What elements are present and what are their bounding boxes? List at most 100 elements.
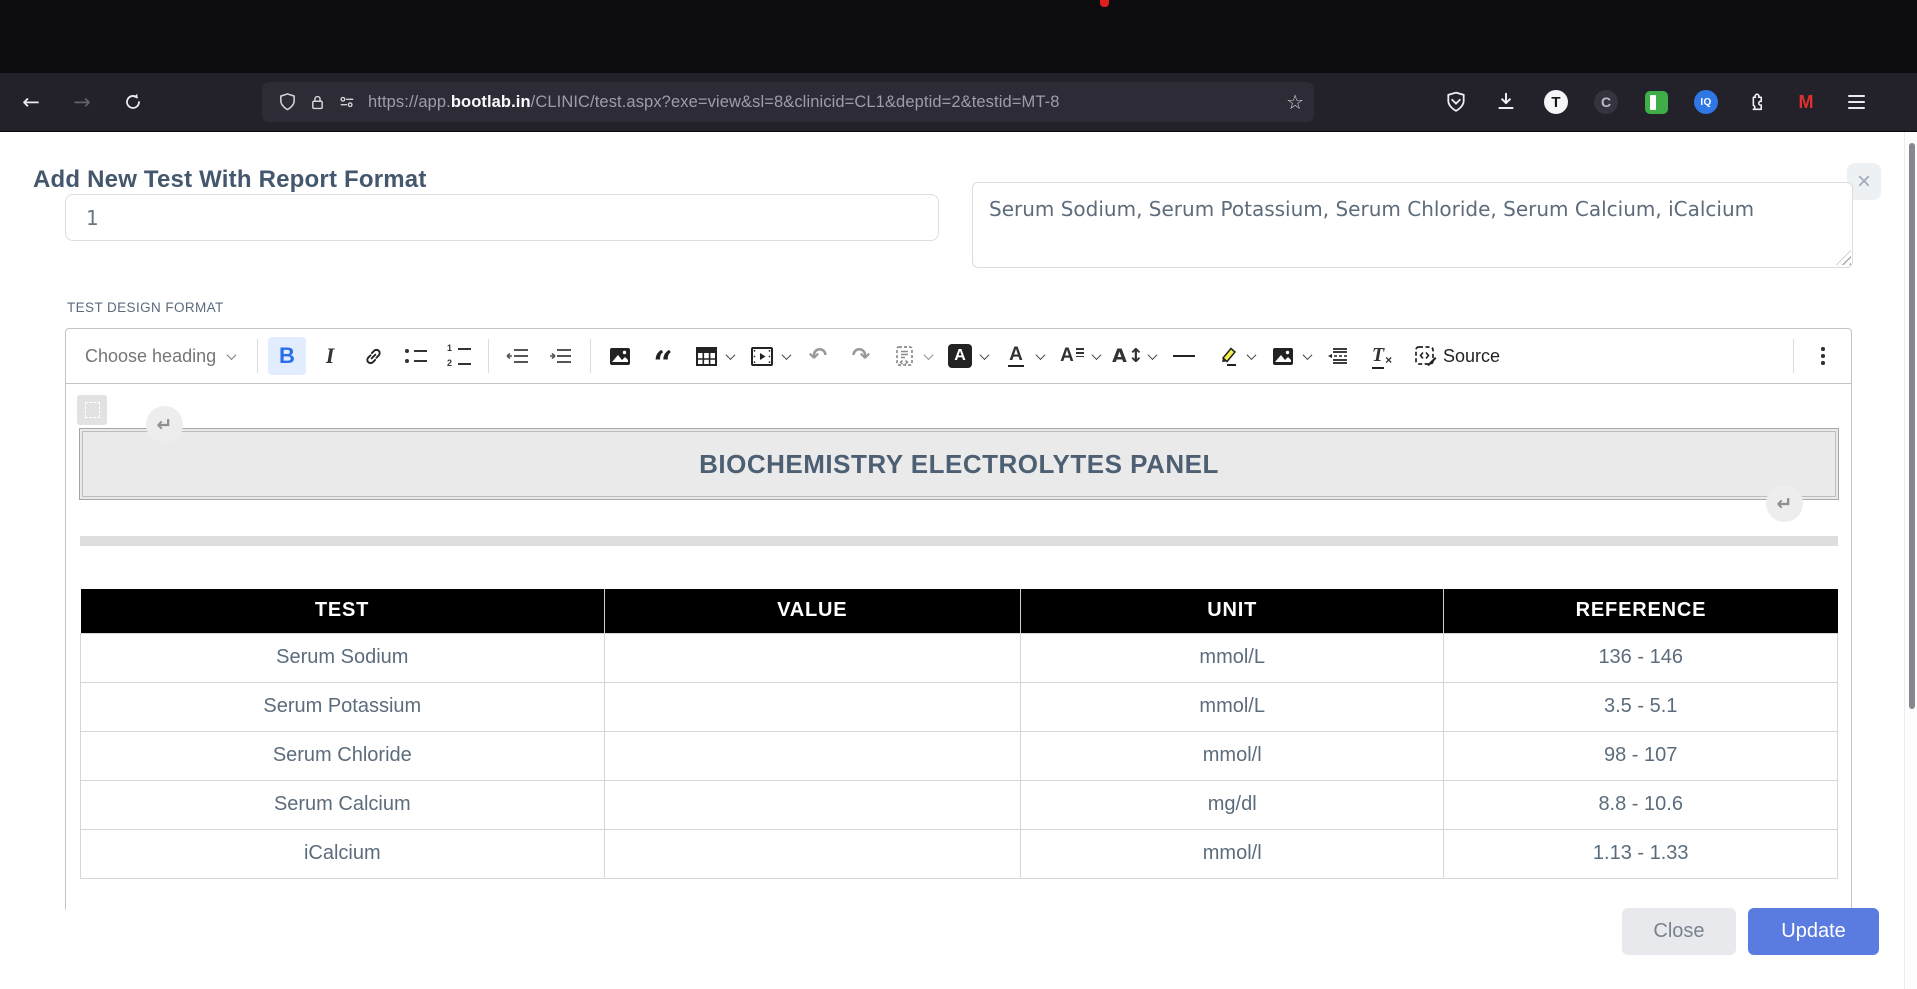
cell-unit[interactable]: mmol/l [1020, 731, 1443, 780]
cell-unit[interactable]: mmol/L [1020, 682, 1443, 731]
insert-table-button[interactable] [687, 337, 738, 375]
chevron-down-icon [1247, 350, 1257, 360]
reload-button[interactable] [116, 85, 150, 119]
font-family-button[interactable]: A [1053, 337, 1104, 375]
url-domain: bootlab.in [451, 93, 531, 111]
table-row: iCalcium mmol/l 1.13 - 1.33 [81, 829, 1838, 878]
chevron-down-icon [1303, 350, 1313, 360]
horizontal-line-button[interactable] [1165, 337, 1203, 375]
link-icon [363, 346, 384, 367]
rich-text-editor: Choose heading B I 1 2 [65, 328, 1852, 912]
table-icon [696, 347, 717, 366]
chevron-down-icon [924, 350, 934, 360]
highlight-button[interactable] [1208, 337, 1259, 375]
bulleted-list-icon [405, 349, 427, 363]
remove-format-button[interactable]: T × [1363, 337, 1401, 375]
table-header-row: TEST VALUE UNIT REFERENCE [81, 589, 1838, 633]
cell-value[interactable] [604, 682, 1020, 731]
redo-button[interactable]: ↷ [842, 337, 880, 375]
components-textarea[interactable]: Serum Sodium, Serum Potassium, Serum Chl… [972, 182, 1853, 268]
bulleted-list-button[interactable] [397, 337, 435, 375]
extension-c-icon[interactable]: C [1592, 88, 1620, 116]
cell-unit[interactable]: mmol/L [1020, 633, 1443, 682]
page-break-button[interactable] [1320, 337, 1358, 375]
cell-test[interactable]: iCalcium [81, 829, 605, 878]
font-color-icon: A [1008, 345, 1024, 368]
browser-scrollbar-track[interactable] [1904, 132, 1917, 989]
undo-button[interactable]: ↶ [799, 337, 837, 375]
link-button[interactable] [354, 337, 392, 375]
bold-button[interactable]: B [268, 337, 306, 375]
cell-unit[interactable]: mg/dl [1020, 780, 1443, 829]
browser-scrollbar-thumb[interactable] [1909, 143, 1915, 709]
extension-t-icon[interactable]: T [1542, 88, 1570, 116]
font-family-icon: A [1060, 345, 1084, 367]
outdent-button[interactable] [499, 337, 537, 375]
update-button[interactable]: Update [1748, 908, 1879, 955]
insert-paragraph-before-button[interactable]: ↵ [146, 406, 183, 443]
heading-dropdown[interactable]: Choose heading [75, 337, 247, 375]
cell-value[interactable] [604, 731, 1020, 780]
extension-m-icon[interactable]: M [1792, 88, 1820, 116]
toolbar-more-button[interactable] [1804, 337, 1842, 375]
image-options-button[interactable] [1264, 337, 1315, 375]
numbered-list-button[interactable]: 1 2 [440, 337, 478, 375]
italic-button[interactable]: I [311, 337, 349, 375]
chevron-down-icon [1036, 350, 1046, 360]
insert-image-button[interactable] [601, 337, 639, 375]
insert-paragraph-after-button[interactable]: ↵ [1766, 485, 1803, 522]
lock-icon[interactable] [302, 87, 332, 117]
table-row: Serum Sodium mmol/L 136 - 146 [81, 633, 1838, 682]
cell-unit[interactable]: mmol/l [1020, 829, 1443, 878]
cell-reference[interactable]: 1.13 - 1.33 [1444, 829, 1838, 878]
col-header-unit[interactable]: UNIT [1020, 589, 1443, 633]
media-icon [751, 347, 773, 366]
forward-button[interactable]: → [65, 85, 99, 119]
font-background-color-button[interactable]: A [941, 337, 992, 375]
serial-input[interactable] [65, 194, 939, 241]
font-size-icon: A↕ [1112, 345, 1144, 367]
cell-value[interactable] [604, 633, 1020, 682]
cell-reference[interactable]: 8.8 - 10.6 [1444, 780, 1838, 829]
cell-reference[interactable]: 136 - 146 [1444, 633, 1838, 682]
url-bar[interactable]: https://app.bootlab.in/CLINIC/test.aspx?… [262, 82, 1314, 122]
font-color-button[interactable]: A [997, 337, 1048, 375]
cell-reference[interactable]: 98 - 107 [1444, 731, 1838, 780]
insert-media-button[interactable] [743, 337, 794, 375]
extensions-puzzle-icon[interactable] [1742, 88, 1770, 116]
panel-header-table[interactable]: BIOCHEMISTRY ELECTROLYTES PANEL [79, 428, 1839, 500]
extension-iq-icon[interactable]: IQ [1692, 88, 1720, 116]
bookmark-star-icon[interactable]: ☆ [1286, 90, 1304, 114]
source-button[interactable]: Source [1406, 337, 1508, 375]
cell-test[interactable]: Serum Chloride [81, 731, 605, 780]
col-header-test[interactable]: TEST [81, 589, 605, 633]
cell-test[interactable]: Serum Sodium [81, 633, 605, 682]
back-button[interactable]: ← [14, 85, 48, 119]
col-header-reference[interactable]: REFERENCE [1444, 589, 1838, 633]
report-table[interactable]: TEST VALUE UNIT REFERENCE Serum Sodium m… [80, 589, 1838, 879]
table-row: Serum Potassium mmol/L 3.5 - 5.1 [81, 682, 1838, 731]
cell-test[interactable]: Serum Potassium [81, 682, 605, 731]
close-button[interactable]: Close [1622, 908, 1736, 955]
col-header-value[interactable]: VALUE [604, 589, 1020, 633]
insert-template-button[interactable] [885, 337, 936, 375]
menu-hamburger-icon[interactable] [1842, 88, 1870, 116]
pocket-icon[interactable] [1442, 88, 1470, 116]
cell-test[interactable]: Serum Calcium [81, 780, 605, 829]
cell-value[interactable] [604, 829, 1020, 878]
table-row: Serum Chloride mmol/l 98 - 107 [81, 731, 1838, 780]
cell-reference[interactable]: 3.5 - 5.1 [1444, 682, 1838, 731]
block-quote-button[interactable]: “ [644, 337, 682, 375]
tracking-protection-shield-icon[interactable] [272, 87, 302, 117]
indent-button[interactable] [542, 337, 580, 375]
widget-drag-handle[interactable] [77, 395, 107, 425]
editor-content[interactable]: ↵ BIOCHEMISTRY ELECTROLYTES PANEL ↵ TEST… [66, 384, 1851, 912]
url-text[interactable]: https://app.bootlab.in/CLINIC/test.aspx?… [368, 93, 1278, 112]
font-size-button[interactable]: A↕ [1109, 337, 1160, 375]
extension-green-icon[interactable] [1642, 88, 1670, 116]
permissions-icon[interactable] [332, 87, 362, 117]
panel-title[interactable]: BIOCHEMISTRY ELECTROLYTES PANEL [699, 449, 1219, 480]
block-quote-icon: “ [653, 361, 673, 368]
downloads-icon[interactable] [1492, 88, 1520, 116]
cell-value[interactable] [604, 780, 1020, 829]
